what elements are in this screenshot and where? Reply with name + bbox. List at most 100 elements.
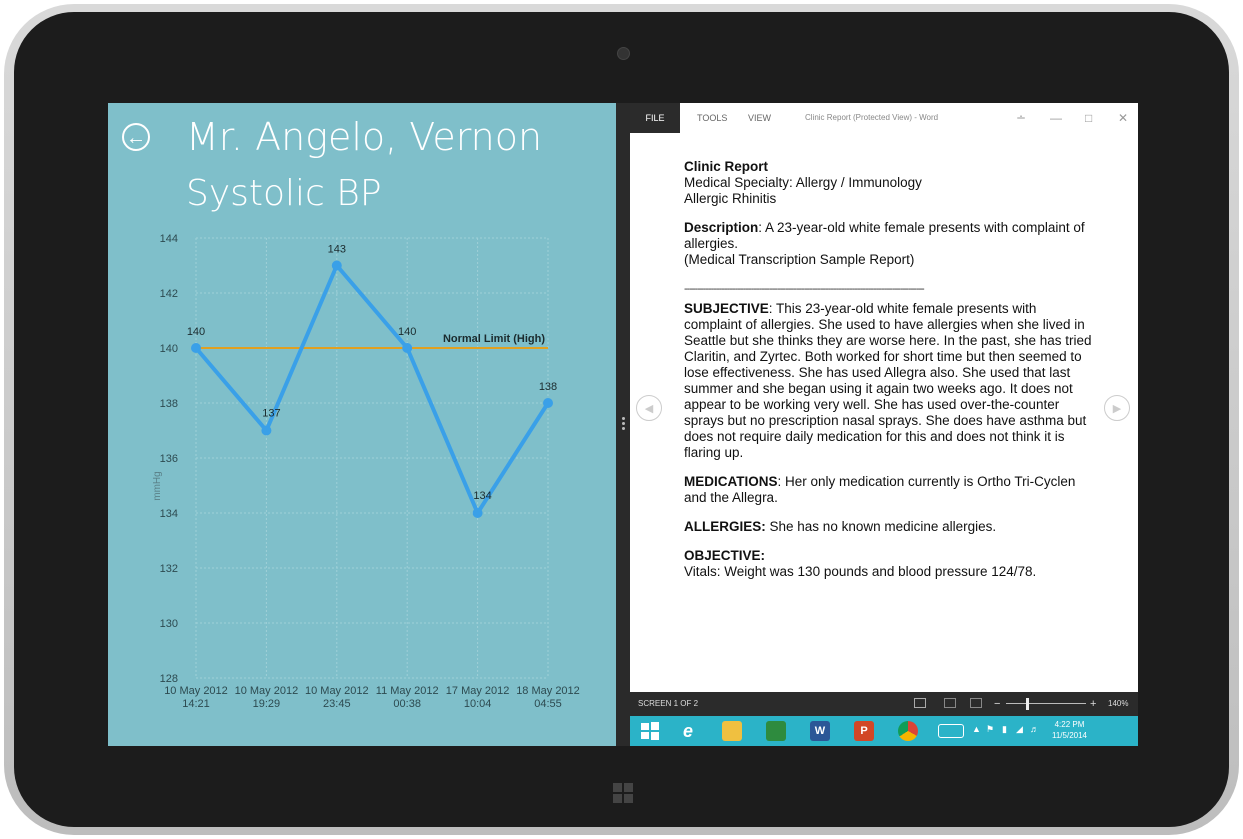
subjective-label: SUBJECTIVE [684, 301, 769, 316]
x-tick-label: 19:29 [253, 698, 281, 710]
medications-label: MEDICATIONS [684, 474, 778, 489]
windows-start-icon[interactable] [640, 721, 660, 741]
y-tick-label: 132 [160, 563, 178, 575]
status-bar: SCREEN 1 OF 2 − + 140% [630, 692, 1138, 716]
objective-label: OBJECTIVE: [684, 548, 766, 563]
bp-chart: 12813013213413613814014214410 May 201214… [152, 233, 580, 710]
x-tick-label: 10 May 2012 [235, 685, 299, 697]
x-tick-label: 18 May 2012 [516, 685, 580, 697]
clock-time: 4:22 PM [1054, 720, 1085, 729]
store-icon[interactable] [766, 721, 786, 741]
x-tick-label: 10 May 2012 [305, 685, 369, 697]
tab-view[interactable]: VIEW [748, 103, 771, 133]
camera-icon [617, 47, 630, 60]
document-body: Clinic Report Medical Specialty: Allergy… [684, 159, 1094, 593]
zoom-slider-thumb[interactable] [1026, 698, 1029, 710]
zoom-in-icon[interactable]: + [1090, 692, 1096, 716]
x-tick-label: 10 May 2012 [164, 685, 228, 697]
x-tick-label: 17 May 2012 [446, 685, 510, 697]
y-tick-label: 130 [160, 618, 178, 630]
screen-indicator: SCREEN 1 OF 2 [638, 699, 699, 708]
word-icon[interactable]: W [810, 721, 830, 741]
data-point [331, 260, 342, 271]
keyboard-icon[interactable] [938, 724, 964, 738]
data-point [261, 425, 272, 436]
close-icon[interactable]: ✕ [1118, 103, 1128, 133]
doc-sample-name: Allergic Rhinitis [684, 191, 777, 206]
y-axis-label: mmHg [152, 471, 163, 500]
allergies-label: ALLERGIES: [684, 519, 766, 534]
subjective-text: : This 23-year-old white female presents… [684, 301, 1092, 460]
data-point [543, 398, 553, 408]
data-label: 137 [262, 408, 280, 420]
restore-icon[interactable]: ∸ [1016, 103, 1026, 133]
data-point [402, 343, 413, 353]
word-app: FILE TOOLS VIEW Clinic Report (Protected… [630, 103, 1138, 746]
objective-text: Vitals: Weight was 130 pounds and blood … [684, 564, 1037, 579]
tab-tools[interactable]: TOOLS [697, 103, 727, 133]
prev-page-icon[interactable]: ◀ [636, 395, 662, 421]
data-point [472, 508, 483, 518]
separator-rule: ----------------------------------------… [684, 283, 925, 295]
x-tick-label: 11 May 2012 [376, 685, 439, 697]
drag-handle-icon[interactable] [620, 415, 626, 435]
description-note: (Medical Transcription Sample Report) [684, 252, 915, 267]
windows-home-button-icon[interactable] [613, 783, 633, 803]
minimize-icon[interactable]: — [1050, 103, 1062, 133]
internet-explorer-icon[interactable]: e [678, 721, 698, 741]
data-point [191, 343, 201, 353]
clock-date: 11/5/2014 [1052, 731, 1087, 740]
y-tick-label: 144 [160, 233, 178, 245]
print-layout-icon[interactable] [944, 698, 956, 708]
split-divider[interactable] [616, 103, 630, 746]
taskbar: e W P ▲ ⚑ ▮ ◢ ♬ 4:22 PM 11/5/2014 [630, 716, 1138, 746]
x-tick-label: 14:21 [182, 698, 210, 710]
description-label: Description [684, 220, 759, 235]
chrome-icon[interactable] [898, 721, 918, 741]
screen: ← Mr. Angelo, Vernon Systolic BP 128 130 1… [108, 103, 1138, 746]
data-label: 140 [187, 326, 205, 338]
normal-limit-label: Normal Limit (High) [443, 333, 545, 345]
volume-icon[interactable]: ♬ [1030, 724, 1039, 734]
doc-title: Clinic Report [684, 159, 769, 174]
y-tick-label: 136 [160, 453, 178, 465]
zoom-level: 140% [1108, 699, 1129, 708]
back-button[interactable]: ← [122, 123, 150, 151]
x-tick-label: 00:38 [393, 698, 421, 710]
file-explorer-icon[interactable] [722, 721, 742, 741]
allergies-text: She has no known medicine allergies. [765, 519, 997, 534]
y-tick-label: 140 [160, 343, 178, 355]
patient-name: Mr. Angelo, Vernon [186, 115, 543, 159]
powerpoint-icon[interactable]: P [854, 721, 874, 741]
clock[interactable]: 4:22 PM 11/5/2014 [1052, 719, 1087, 741]
x-tick-label: 04:55 [534, 698, 562, 710]
metric-title: Systolic BP [186, 173, 382, 214]
web-layout-icon[interactable] [970, 698, 982, 708]
read-mode-icon[interactable] [914, 698, 926, 708]
ribbon: FILE TOOLS VIEW Clinic Report (Protected… [630, 103, 1138, 133]
flag-icon[interactable]: ⚑ [986, 724, 994, 735]
data-label: 140 [398, 326, 416, 338]
data-label: 134 [473, 490, 491, 502]
x-tick-label: 23:45 [323, 698, 351, 710]
doc-specialty: Medical Specialty: Allergy / Immunology [684, 175, 922, 190]
window-title: Clinic Report (Protected View) - Word [805, 113, 939, 122]
y-tick-label: 142 [160, 288, 178, 300]
y-tick-label: 128 [160, 673, 178, 685]
patient-app: ← Mr. Angelo, Vernon Systolic BP 128 130 1… [108, 103, 616, 746]
data-label: 138 [539, 381, 557, 393]
y-tick-label: 138 [160, 398, 178, 410]
maximize-icon[interactable]: □ [1085, 103, 1092, 133]
y-tick-label: 134 [160, 508, 178, 520]
data-label: 143 [328, 244, 346, 256]
tray-chevron-icon[interactable]: ▲ [972, 724, 981, 734]
zoom-out-icon[interactable]: − [994, 692, 1000, 716]
back-arrow-icon: ← [126, 127, 146, 149]
series-line [194, 263, 550, 515]
battery-icon[interactable]: ▮ [1002, 724, 1007, 735]
x-tick-label: 10:04 [464, 698, 492, 710]
zoom-slider[interactable] [1006, 703, 1086, 704]
next-page-icon[interactable]: ▶ [1104, 395, 1130, 421]
wifi-icon[interactable]: ◢ [1016, 724, 1023, 735]
tab-file[interactable]: FILE [630, 103, 680, 133]
